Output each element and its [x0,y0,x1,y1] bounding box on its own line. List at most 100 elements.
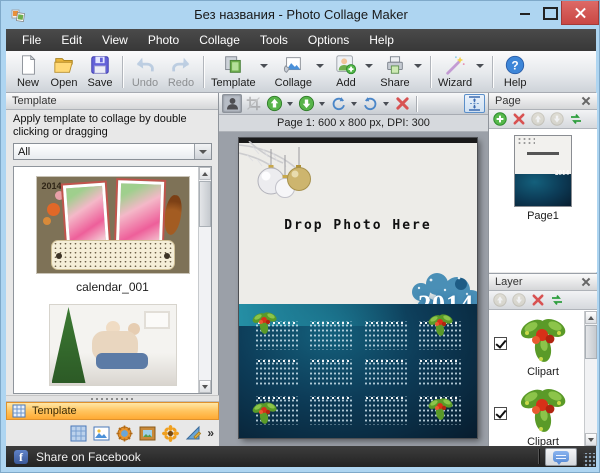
layer-visibility-checkbox[interactable] [494,407,507,420]
figure-decoration [96,353,148,369]
close-panel-icon[interactable] [581,96,591,106]
scroll-down-arrow-icon[interactable] [199,380,211,393]
canvas-workspace[interactable]: Drop Photo Here 2014 [219,132,488,446]
redo-button[interactable]: Redo [163,53,199,90]
layer-row-clipart-1[interactable]: Clipart [489,311,597,381]
crop-tool-button[interactable] [243,94,263,113]
scroll-up-arrow-icon[interactable] [585,311,597,324]
delete-object-button[interactable] [392,94,412,113]
menu-options[interactable]: Options [298,29,359,51]
rotate-cw-button[interactable] [328,94,348,113]
template-button[interactable]: Template [208,53,259,90]
template-thumbnail-calendar-001[interactable]: 2014 [37,177,189,273]
maximize-button[interactable] [537,1,561,23]
new-button[interactable]: New [10,53,46,90]
layer-row-clipart-2[interactable]: Clipart [489,381,597,446]
menu-help[interactable]: Help [359,29,404,51]
menu-photo[interactable]: Photo [138,29,189,51]
holly-decoration [427,312,455,336]
page-list[interactable]: 2014 Page1 [489,129,597,272]
share-button[interactable]: Share [377,53,413,90]
move-down-button[interactable] [296,94,316,113]
help-button[interactable]: ? Help [497,53,533,90]
tab-template-icon[interactable] [69,424,87,442]
layer-list-scrollbar[interactable] [584,311,597,446]
dropdown-button[interactable] [194,144,211,159]
scrollbar-thumb[interactable] [585,325,597,359]
layer-panel-toolbar [489,291,597,310]
feedback-chat-button[interactable] [545,448,577,466]
page-down-button[interactable] [550,112,564,126]
resize-grip[interactable] [583,453,595,467]
rotate-cw-dropdown-arrow-icon[interactable] [351,102,357,106]
share-on-facebook-link[interactable]: Share on Facebook [36,450,141,464]
statusbar-separator [538,449,539,464]
red-x-icon [512,112,526,126]
template-icon [222,54,244,76]
delete-layer-button[interactable] [531,293,545,307]
template-dropdown-arrow-icon[interactable] [260,64,268,68]
template-list-scrollbar[interactable] [198,167,211,393]
thumb-calendar-area: 2014 [515,174,571,206]
minimize-button[interactable] [513,1,537,23]
fit-page-button[interactable] [464,94,485,113]
up-dropdown-arrow-icon[interactable] [287,102,293,106]
collage-button[interactable]: Collage [272,53,315,90]
add-button[interactable]: Add [328,53,364,90]
scrollbar-thumb[interactable] [199,181,211,227]
collage-page[interactable]: Drop Photo Here 2014 [239,138,477,438]
menu-edit[interactable]: Edit [51,29,92,51]
add-dropdown-arrow-icon[interactable] [365,64,373,68]
page-panel-toolbar [489,110,597,129]
rotate-ccw-dropdown-arrow-icon[interactable] [383,102,389,106]
rotate-ccw-button[interactable] [360,94,380,113]
up-circle-icon [531,112,545,126]
collage-dropdown-arrow-icon[interactable] [316,64,324,68]
delete-page-button[interactable] [512,112,526,126]
tab-photo-icon[interactable] [92,424,110,442]
template-thumbnail-family[interactable] [50,305,176,385]
thumbnail-year-text: 2014 [42,181,62,191]
photo-placeholder [62,183,108,248]
wizard-dropdown-arrow-icon[interactable] [476,64,484,68]
add-page-button[interactable] [493,112,507,126]
save-button[interactable]: Save [82,53,118,90]
close-button[interactable] [561,1,599,25]
scroll-down-arrow-icon[interactable] [585,433,597,446]
facebook-icon: f [14,450,28,464]
share-dropdown-arrow-icon[interactable] [414,64,422,68]
layer-down-button[interactable] [512,293,526,307]
drop-photo-here-text[interactable]: Drop Photo Here [239,218,477,233]
menu-file[interactable]: File [12,29,51,51]
template-list[interactable]: 2014 calendar_001 [13,166,212,394]
menu-collage[interactable]: Collage [189,29,250,51]
tab-mask-icon[interactable] [115,424,133,442]
tab-frame-icon[interactable] [138,424,156,442]
move-up-button[interactable] [264,94,284,113]
swap-pages-button[interactable] [569,112,583,126]
template-tab-active[interactable]: Template [6,402,219,420]
menu-view[interactable]: View [92,29,138,51]
close-panel-icon[interactable] [581,277,591,287]
scroll-up-arrow-icon[interactable] [199,167,211,180]
template-grid-icon [12,404,26,418]
undo-button[interactable]: Undo [127,53,163,90]
panel-splitter-handle[interactable] [6,395,219,402]
tab-clipart-icon[interactable] [161,424,179,442]
swap-arrows-icon [550,293,564,307]
down-dropdown-arrow-icon[interactable] [319,102,325,106]
tab-text-icon[interactable] [184,424,202,442]
wizard-button[interactable]: Wizard [435,53,475,90]
more-tabs-chevron-icon[interactable]: » [207,428,214,438]
menu-tools[interactable]: Tools [250,29,298,51]
layer-up-button[interactable] [493,293,507,307]
page-up-button[interactable] [531,112,545,126]
swap-layers-button[interactable] [550,293,564,307]
open-button[interactable]: Open [46,53,82,90]
template-filter-dropdown[interactable]: All [13,143,212,160]
page1-thumbnail[interactable]: 2014 [515,136,571,206]
layer-visibility-checkbox[interactable] [494,337,507,350]
collage-icon [282,54,304,76]
add-photo-tool-button[interactable] [222,94,242,113]
layer-list[interactable]: Clipart Clipart [489,310,597,446]
